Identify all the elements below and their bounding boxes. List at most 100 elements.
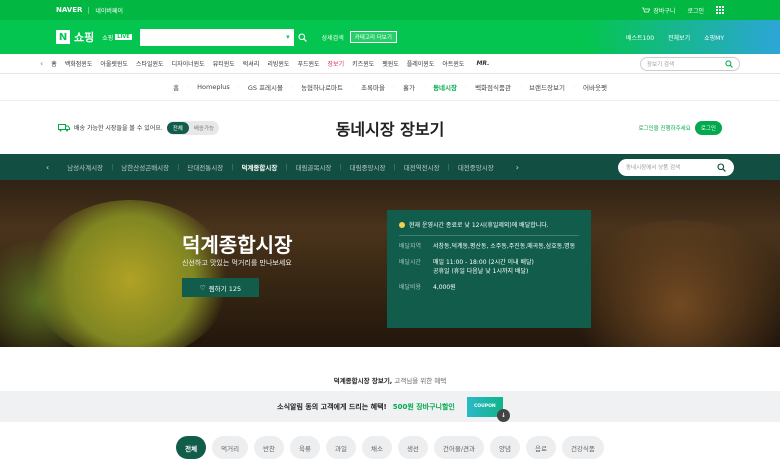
market-type-tab[interactable]: 동네시장 — [425, 82, 465, 92]
market-tab[interactable]: 대림중앙시장 — [342, 162, 394, 172]
subnav-item[interactable]: 리빙윈도 — [267, 59, 289, 68]
delivery-fee-row: 배달비용 4,000원 — [399, 283, 579, 292]
delivery-time-row: 배달시간 매일 11:00 - 18:00 (2시간 이내 배달) 공휴일 (휴일… — [399, 258, 579, 276]
login-prompt: 로그인을 진행하주세요 로그인 — [638, 120, 722, 135]
coupon-banner[interactable]: 소식알림 동의 고객에게 드리는 혜택! 500원 장바구니할인 COUPON … — [0, 391, 780, 422]
divider — [88, 6, 90, 14]
delivery-filter-label: 배송 가능한 시장들을 볼 수 있어요. — [74, 125, 163, 132]
chevron-right-icon[interactable]: › — [516, 163, 519, 172]
market-type-nav: 홈 · Homeplus · GS 프레시몰 · 농협하나로마트 · 초록마을 · 홀가 · 동네시장 ·… — [0, 74, 780, 101]
category-more-button[interactable]: 카테고리 더보기 — [349, 31, 397, 43]
search-icon — [298, 32, 307, 42]
truck-icon — [58, 123, 70, 131]
cart-icon — [642, 7, 651, 12]
category-chip[interactable]: 생선 — [397, 436, 428, 459]
subnav-item[interactable]: 디자이너윈도 — [172, 59, 205, 68]
subnav-item[interactable]: 백화점윈도 — [65, 59, 93, 68]
coupon-highlight: 500원 장바구니할인 — [392, 402, 455, 411]
shopping-logo[interactable]: N 쇼핑 — [56, 29, 94, 45]
market-type-tab[interactable]: 브랜드장보기 — [521, 82, 573, 92]
market-tab[interactable]: 대림골목시장 — [288, 162, 340, 172]
market-type-tab[interactable]: 어바웃펫 — [575, 82, 615, 92]
login-button[interactable]: 로그인 — [694, 120, 722, 135]
download-icon[interactable]: ↓ — [496, 408, 510, 422]
main-search-input[interactable]: ▾ — [139, 28, 294, 46]
category-chip[interactable]: 과일 — [326, 436, 356, 459]
logo-text: 쇼핑 — [74, 31, 95, 44]
market-tab[interactable]: 대전역전시장 — [396, 162, 448, 172]
market-type-tab[interactable]: Homeplus — [189, 83, 238, 91]
subnav-item[interactable]: 키즈윈도 — [352, 59, 374, 68]
live-tag: LIVE — [115, 34, 132, 40]
market-tab[interactable]: 남성사계시장 — [59, 162, 111, 172]
search-button[interactable] — [294, 29, 312, 46]
search-icon[interactable] — [725, 59, 733, 68]
chevron-left-icon[interactable]: ‹ — [40, 59, 43, 68]
mr-link[interactable]: MR. — [476, 60, 489, 67]
all-services-link[interactable]: 전체보기 — [668, 33, 690, 42]
market-tab[interactable]: 덕계종합시장 — [233, 162, 285, 172]
market-type-tab[interactable]: 초록마을 — [353, 82, 393, 92]
category-chip[interactable]: 전체 — [176, 436, 207, 459]
chevron-down-icon[interactable]: ▾ — [286, 33, 290, 41]
market-tab[interactable]: 남한산성곤배시장 — [113, 162, 177, 172]
market-type-tab[interactable]: 홈 — [165, 82, 187, 92]
naverpay-link[interactable]: 네이버페이 — [95, 6, 123, 15]
divider — [399, 235, 579, 236]
section-subtitle: 고객님을 위한 혜택 — [394, 377, 447, 385]
market-type-tab[interactable]: 홀가 — [395, 82, 423, 92]
login-link[interactable]: 로그인 — [687, 6, 704, 15]
category-chip[interactable]: 건강식품 — [561, 436, 604, 459]
subnav-item[interactable]: 아울렛윈도 — [100, 59, 128, 68]
wish-button[interactable]: ♡ 찜하기 125 — [182, 278, 259, 297]
global-nav-bar: NAVER 네이버페이 장바구니 로그인 — [0, 0, 780, 20]
market-nav-items: 남성사계시장 | 남한산성곤배시장 | 단대전통시장 | 덕계종합시장 | 대림골목시장 | 대림중… — [59, 162, 502, 172]
market-description: 신선하고 맛있는 먹거리를 만나보세요 — [182, 259, 292, 267]
subnav-item[interactable]: 럭셔리 — [243, 59, 260, 68]
subnav-item[interactable]: 펫윈도 — [382, 59, 399, 68]
grid-menu-icon[interactable] — [716, 6, 724, 14]
subnav-item[interactable]: 플레이윈도 — [407, 59, 435, 68]
chevron-left-icon[interactable]: ‹ — [46, 163, 49, 172]
category-chip[interactable]: 양념 — [490, 436, 520, 459]
window-subnav: ‹ 홈 백화점윈도 아울렛윈도 스타일윈도 디자이너윈도 뷰티윈도 럭셔리 리빙윈도 푸드윈도 장… — [0, 54, 780, 74]
header-right: 베스트100 전체보기 쇼핑MY — [626, 33, 724, 42]
market-tab[interactable]: 대전중앙시장 — [450, 162, 502, 172]
market-search-input[interactable]: 동네시장에서 상품 검색 — [618, 158, 734, 176]
market-type-tab[interactable]: 백화점식품관 — [467, 82, 519, 92]
subnav-item[interactable]: 장보기 — [328, 59, 345, 68]
subnav-item[interactable]: 스타일윈도 — [136, 59, 164, 68]
subnav-item[interactable]: 홈 — [51, 59, 57, 68]
window-search-input[interactable]: 장보기 검색 — [640, 56, 740, 71]
market-type-tab[interactable]: GS 프레시몰 — [240, 82, 291, 92]
delivery-notice: 현재 운영시간 종료로 낮 12시(휴일제외)에 배달합니다. — [399, 220, 579, 229]
category-chip[interactable]: 채소 — [361, 436, 392, 459]
delivery-fee-value: 4,000원 — [433, 284, 456, 291]
subnav-item[interactable]: 푸드윈도 — [297, 59, 319, 68]
category-chip[interactable]: 음료 — [525, 436, 556, 459]
subnav-item[interactable]: 아트윈도 — [442, 59, 464, 68]
coupon-ticket[interactable]: COUPON ↓ — [466, 396, 510, 422]
window-search-placeholder: 장보기 검색 — [647, 61, 675, 68]
search-icon[interactable] — [717, 162, 726, 172]
toggle-all[interactable]: 전체 — [166, 121, 189, 134]
naver-logo[interactable]: NAVER — [56, 6, 82, 14]
shopping-live-link[interactable]: 쇼핑 LIVE — [102, 33, 132, 42]
shopping-header: N 쇼핑 쇼핑 LIVE ▾ 상세검색 카테고리 더보기 베스트100 전체보기… — [0, 20, 780, 54]
delivery-toggle[interactable]: 전체 배송가능 — [166, 120, 220, 135]
category-chip[interactable]: 육류 — [290, 436, 320, 459]
category-chip[interactable]: 건어물/견과 — [433, 436, 484, 459]
section-title: 덕계종합시장 장보기, — [333, 377, 393, 385]
subnav-item[interactable]: 뷰티윈도 — [213, 59, 235, 68]
category-chip[interactable]: 반찬 — [254, 436, 285, 459]
shopping-my-link[interactable]: 쇼핑MY — [704, 33, 724, 42]
detail-search-link[interactable]: 상세검색 — [322, 33, 344, 42]
market-type-tab[interactable]: 농협하나로마트 — [293, 82, 351, 92]
market-tab[interactable]: 단대전통시장 — [179, 162, 231, 172]
category-chip[interactable]: 먹거리 — [212, 436, 249, 459]
cart-link[interactable]: 장바구니 — [642, 6, 675, 15]
toggle-available[interactable]: 배송가능 — [189, 122, 219, 134]
best100-link[interactable]: 베스트100 — [626, 33, 654, 42]
delivery-area-row: 배달지역 서창동,덕계동,평산동, 소주동,주진동,매곡동,삼호동,명동 — [399, 242, 579, 251]
section-heading: 덕계종합시장 장보기, 고객님을 위한 혜택 — [0, 347, 780, 391]
